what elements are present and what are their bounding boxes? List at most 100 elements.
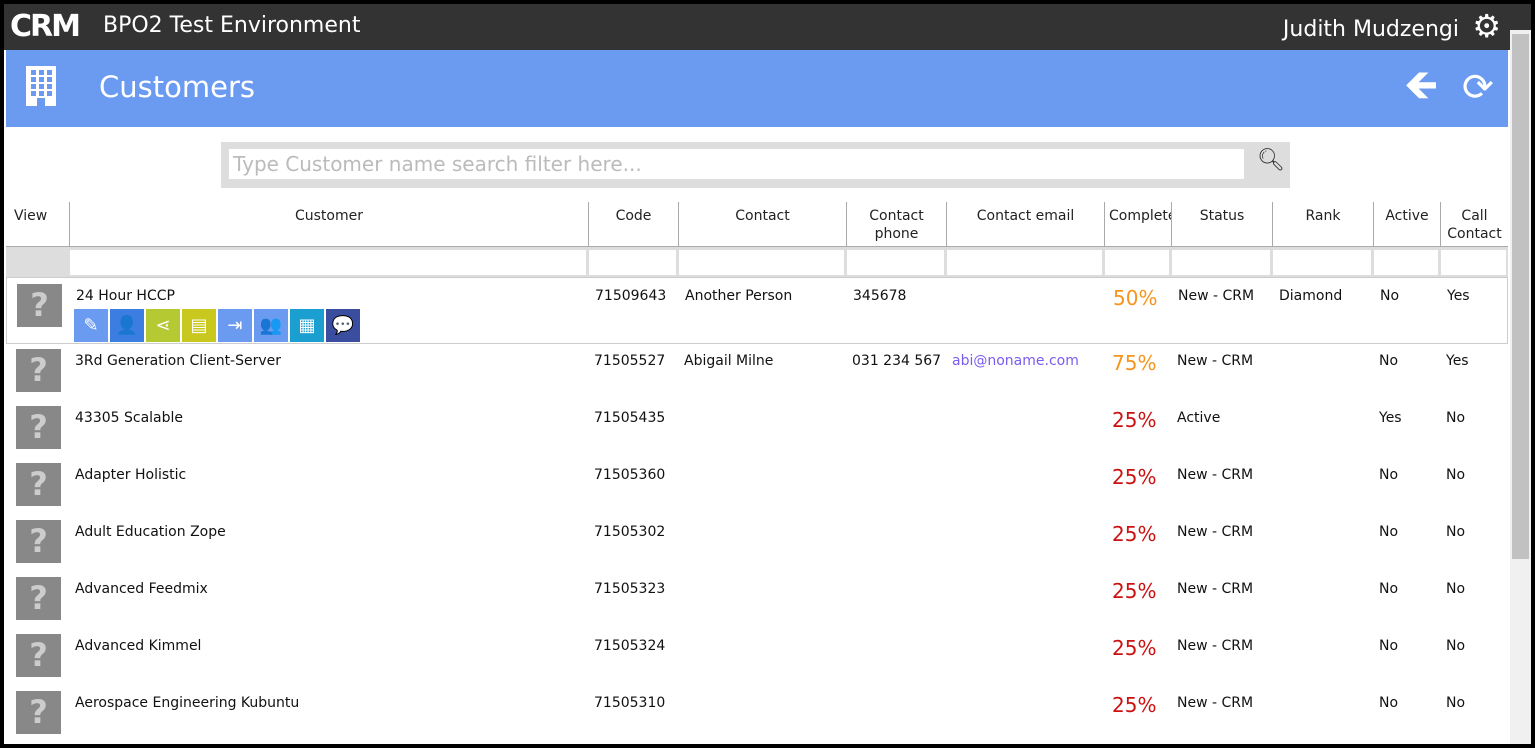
filter-customer[interactable] [70,250,586,275]
column-header-active[interactable]: Active [1373,202,1440,246]
top-bar: CRM BPO2 Test Environment Judith Mudzeng… [4,4,1531,50]
cell-status: New - CRM [1177,524,1254,540]
cell-contact: Another Person [685,288,793,304]
cell-active: No [1379,524,1399,540]
share-icon[interactable]: ⋖ [146,309,180,342]
back-arrow-icon[interactable]: 🡸 [1404,62,1438,108]
cell-code: 71505527 [594,353,666,369]
scrollbar[interactable] [1510,30,1531,744]
view-icon[interactable]: ? [16,634,61,677]
cell-complete: 25% [1112,465,1157,489]
cell-customer: 24 Hour HCCP [76,288,175,304]
cell-code: 71505302 [594,524,666,540]
cell-status: New - CRM [1177,695,1254,711]
cell-complete: 25% [1112,636,1157,660]
calendar-icon[interactable]: ▦ [290,309,324,342]
filter-complete[interactable] [1105,250,1169,275]
cell-customer: Advanced Kimmel [75,638,202,654]
table-row[interactable]: ? Adult Education Zope 71505302 25% New - CR… [6,514,1508,571]
cell-complete: 25% [1112,522,1157,546]
cell-active: No [1379,581,1399,597]
cell-call: No [1446,581,1466,597]
view-icon[interactable]: ? [17,284,62,327]
cell-code: 71505435 [594,410,666,426]
column-header-view[interactable]: View [6,202,69,246]
cell-call: No [1446,695,1466,711]
user-name[interactable]: Judith Mudzengi [1283,17,1459,42]
view-icon[interactable]: ? [16,520,61,563]
view-icon[interactable]: ? [16,577,61,620]
building-icon [26,66,56,106]
filter-call-contact[interactable] [1441,250,1506,275]
cell-customer: 3Rd Generation Client-Server [75,353,282,369]
cell-code: 71505323 [594,581,666,597]
search-bar: 🔍︎ [221,142,1290,188]
cell-complete: 25% [1112,579,1157,603]
cell-customer: Adapter Holistic [75,467,187,483]
cell-rank: Diamond [1279,288,1343,304]
column-header-contact-phone[interactable]: Contact phone [846,202,946,246]
edit-icon[interactable]: ✎ [74,309,108,342]
filter-active[interactable] [1374,250,1438,275]
cell-call: Yes [1446,353,1469,369]
cell-complete: 25% [1112,408,1157,432]
document-icon[interactable]: ▤ [182,309,216,342]
column-header-complete[interactable]: Complete [1104,202,1171,246]
cell-code: 71505324 [594,638,666,654]
cell-phone: 345678 [853,288,907,304]
app-title: BPO2 Test Environment [103,13,361,38]
cell-phone: 031 234 567 [852,353,942,369]
view-icon[interactable]: ? [16,349,61,392]
users-icon[interactable]: 👥 [254,309,288,342]
table-row[interactable]: ? 3Rd Generation Client-Server 71505527 Abi… [6,343,1508,400]
column-header-customer[interactable]: Customer [69,202,588,246]
filter-contact-email[interactable] [947,250,1102,275]
filter-rank[interactable] [1273,250,1371,275]
cell-active: No [1379,353,1399,369]
table-row[interactable]: ? Advanced Feedmix 71505323 25% New - CRM No N… [6,571,1508,628]
column-header-status[interactable]: Status [1171,202,1272,246]
search-icon[interactable]: 🔍︎ [1257,148,1285,173]
filter-contact-phone[interactable] [847,250,944,275]
gear-icon[interactable]: ⚙ [1472,10,1501,42]
page-title: Customers [99,70,255,104]
cell-code: 71505360 [594,467,666,483]
cell-code: 71505310 [594,695,666,711]
cell-active: No [1379,695,1399,711]
table-row[interactable]: ? Aerospace Engineering Kubuntu 71505310 25… [6,685,1508,742]
filter-contact[interactable] [679,250,844,275]
column-header-code[interactable]: Code [588,202,678,246]
cell-complete: 25% [1112,693,1157,717]
row-actions: ✎ 👤 ⋖ ▤ ⇥ 👥 ▦ 💬 [74,309,360,342]
cell-call: No [1446,524,1466,540]
refresh-icon[interactable]: ⟳ [1462,64,1494,110]
column-header-contact[interactable]: Contact [678,202,846,246]
login-icon[interactable]: ⇥ [218,309,252,342]
table-row[interactable]: ? 24 Hour HCCP 71509643 Another Person 34567… [6,277,1508,344]
chat-icon[interactable]: 💬 [326,309,360,342]
table-row[interactable]: ? 43305 Scalable 71505435 25% Active Yes No [6,400,1508,457]
cell-contact: Abigail Milne [684,353,774,369]
cell-email[interactable]: abi@noname.com [952,353,1079,369]
view-icon[interactable]: ? [16,406,61,449]
cell-customer: Adult Education Zope [75,524,226,540]
scrollbar-thumb[interactable] [1512,34,1529,559]
column-header-contact-email[interactable]: Contact email [946,202,1104,246]
add-contact-icon[interactable]: 👤 [110,309,144,342]
filter-status[interactable] [1172,250,1270,275]
cell-code: 71509643 [595,288,667,304]
cell-complete: 50% [1113,286,1158,310]
filter-row [6,247,1508,277]
search-input[interactable] [229,149,1244,179]
view-icon[interactable]: ? [16,463,61,506]
column-header-call-contact[interactable]: Call Contact [1440,202,1508,246]
table-row[interactable]: ? Adapter Holistic 71505360 25% New - CRM No N… [6,457,1508,514]
cell-active: No [1380,288,1400,304]
filter-code[interactable] [589,250,676,275]
table-row[interactable]: ? Advanced Kimmel 71505324 25% New - CRM No No [6,628,1508,685]
cell-customer: Aerospace Engineering Kubuntu [75,695,300,711]
column-header-rank[interactable]: Rank [1272,202,1373,246]
view-icon[interactable]: ? [16,691,61,734]
crm-logo: CRM [10,9,81,44]
cell-active: No [1379,467,1399,483]
